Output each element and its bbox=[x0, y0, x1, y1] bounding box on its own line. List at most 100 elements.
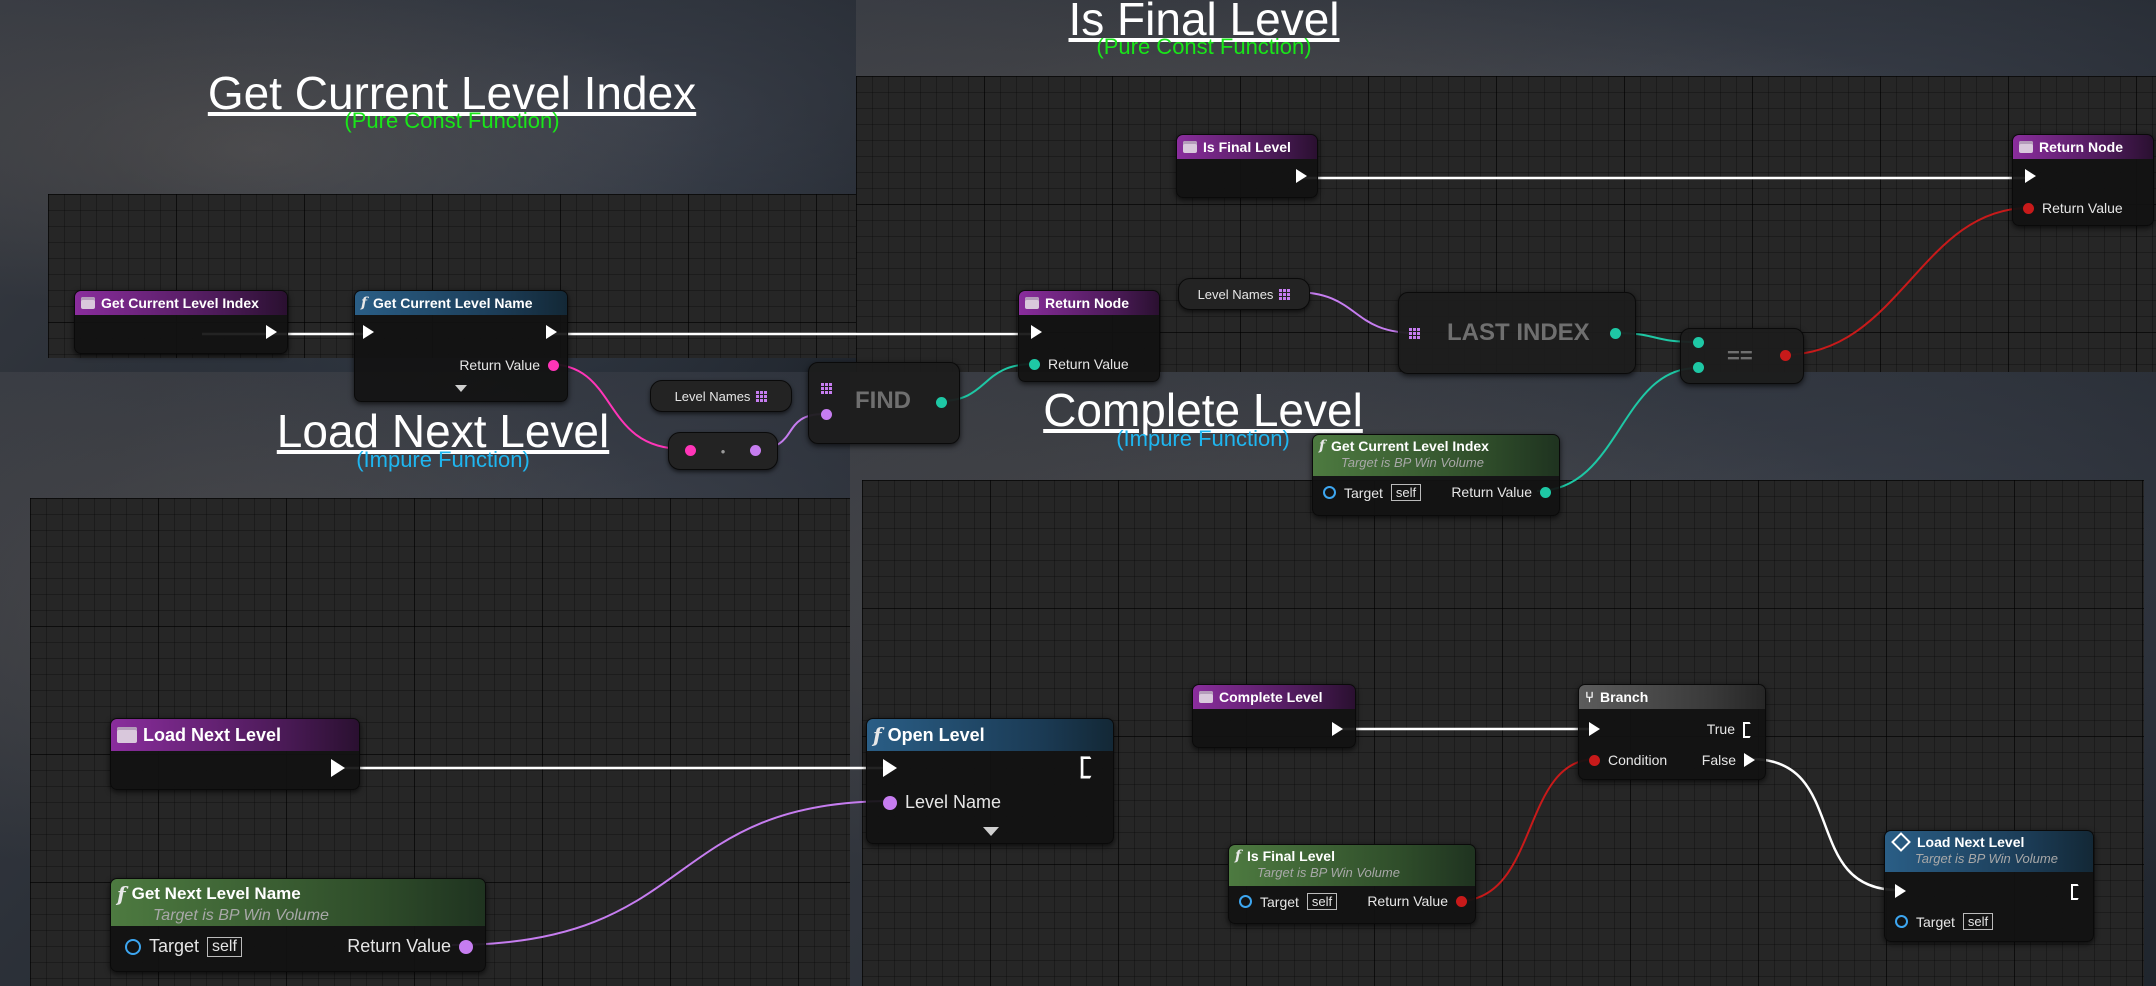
function-entry-node[interactable]: Is Final Level bbox=[1176, 134, 1318, 198]
conversion-node[interactable]: • bbox=[668, 432, 778, 470]
return-node-icon bbox=[2019, 141, 2033, 153]
panel-subtitle: (Impure Function) bbox=[1116, 426, 1290, 451]
exec-arrow-icon bbox=[1332, 722, 1343, 736]
true-exec-pin[interactable]: True bbox=[1707, 721, 1755, 737]
exec-in-pin[interactable] bbox=[1589, 722, 1600, 736]
node-label: == bbox=[1727, 343, 1753, 368]
object-pin-icon bbox=[1895, 915, 1908, 928]
variable-label: Level Names bbox=[674, 388, 751, 404]
exec-in-pin[interactable] bbox=[2025, 169, 2036, 183]
int-pin-icon bbox=[1693, 337, 1704, 348]
return-value-pin[interactable]: Return Value bbox=[2023, 200, 2123, 216]
string-pin-icon bbox=[685, 445, 696, 456]
bool-pin-icon bbox=[1456, 895, 1467, 907]
node-title: Is Final Level bbox=[1203, 139, 1291, 155]
node-title: Complete Level bbox=[1219, 689, 1323, 705]
get-current-level-index-node[interactable]: f Get Current Level Index Target is BP Wi… bbox=[1312, 434, 1560, 516]
node-title: Get Current Level Index bbox=[1331, 438, 1489, 454]
bool-pin-icon bbox=[1589, 754, 1600, 766]
pin-label: Return Value bbox=[459, 357, 540, 373]
function-entry-node[interactable]: Complete Level bbox=[1192, 684, 1356, 748]
int-pin-icon bbox=[936, 397, 947, 408]
return-value-pin[interactable]: Return Value bbox=[1367, 893, 1467, 909]
equals-node[interactable]: == bbox=[1680, 328, 1804, 384]
exec-in-pin[interactable] bbox=[1895, 884, 1906, 898]
target-pin[interactable]: Target self bbox=[125, 936, 242, 957]
branch-node[interactable]: ⑂ Branch True Condition False bbox=[1578, 684, 1766, 780]
pin-label: Target bbox=[149, 936, 200, 956]
function-entry-node[interactable]: Load Next Level bbox=[110, 718, 360, 790]
exec-in-pin[interactable] bbox=[1031, 325, 1042, 339]
function-entry-icon bbox=[1199, 691, 1213, 703]
level-names-variable-node[interactable]: Level Names bbox=[1178, 278, 1310, 310]
function-entry-icon bbox=[117, 727, 137, 743]
exec-arrow-icon bbox=[883, 759, 897, 777]
call-function-icon bbox=[1891, 832, 1911, 852]
name-pin-icon bbox=[821, 409, 832, 420]
panel-subtitle: (Pure Const Function) bbox=[344, 108, 560, 133]
array-pin-icon bbox=[1279, 288, 1291, 300]
node-title: Get Next Level Name bbox=[131, 884, 301, 903]
get-current-level-name-node[interactable]: f Get Current Level Name Return Value bbox=[354, 290, 568, 402]
is-final-level-node[interactable]: f Is Final Level Target is BP Win Volume … bbox=[1228, 844, 1476, 924]
exec-arrow-icon bbox=[1744, 753, 1755, 767]
load-next-level-node[interactable]: Load Next Level Target is BP Win Volume … bbox=[1884, 830, 2094, 942]
exec-out-pin[interactable] bbox=[266, 325, 277, 339]
find-node[interactable]: FIND bbox=[808, 362, 960, 444]
get-next-level-name-node[interactable]: f Get Next Level Name Target is BP Win Vo… bbox=[110, 878, 486, 972]
return-node[interactable]: Return Node Return Value bbox=[2012, 134, 2154, 226]
function-icon: f bbox=[1319, 438, 1326, 454]
node-title: Load Next Level bbox=[143, 724, 282, 745]
self-value[interactable]: self bbox=[1390, 484, 1422, 501]
return-value-pin[interactable]: Return Value bbox=[1451, 484, 1551, 500]
expand-chevron-icon[interactable] bbox=[455, 385, 467, 392]
exec-out-pin[interactable] bbox=[1296, 169, 1307, 183]
self-value[interactable]: self bbox=[1306, 893, 1338, 910]
false-exec-pin[interactable]: False bbox=[1702, 752, 1755, 768]
self-value[interactable]: self bbox=[207, 936, 242, 957]
node-title: Return Node bbox=[1045, 295, 1129, 311]
pin-label: Return Value bbox=[347, 936, 451, 956]
node-title: Load Next Level bbox=[1917, 834, 2025, 850]
exec-in-pin[interactable] bbox=[883, 759, 897, 777]
target-pin[interactable]: Target self bbox=[1323, 484, 1422, 501]
exec-arrow-icon bbox=[2025, 169, 2036, 183]
function-icon: f bbox=[117, 882, 126, 906]
level-name-pin[interactable]: Level Name bbox=[883, 792, 1001, 813]
open-level-node[interactable]: f Open Level Level Name bbox=[866, 718, 1114, 844]
node-subtitle: Target is BP Win Volume bbox=[1341, 455, 1484, 470]
node-subtitle: Target is BP Win Volume bbox=[153, 907, 329, 924]
exec-arrow-icon bbox=[1031, 325, 1042, 339]
function-icon: f bbox=[873, 723, 882, 747]
return-value-pin[interactable]: Return Value bbox=[347, 936, 473, 957]
exec-out-pin[interactable] bbox=[1083, 759, 1095, 773]
exec-out-pin[interactable] bbox=[2071, 884, 2083, 898]
exec-out-pin[interactable] bbox=[1332, 722, 1343, 736]
target-pin[interactable]: Target self bbox=[1895, 913, 1994, 930]
function-entry-node[interactable]: Get Current Level Index bbox=[74, 290, 288, 354]
exec-arrow-icon bbox=[331, 759, 345, 777]
node-title: Open Level bbox=[887, 724, 985, 745]
last-index-node[interactable]: LAST INDEX bbox=[1398, 292, 1636, 374]
function-icon: f bbox=[1235, 848, 1242, 864]
exec-in-pin[interactable] bbox=[363, 325, 374, 339]
condition-pin[interactable]: Condition bbox=[1589, 752, 1667, 768]
function-entry-icon bbox=[81, 297, 95, 309]
exec-out-pin[interactable] bbox=[331, 759, 345, 777]
return-value-pin[interactable]: Return Value bbox=[459, 357, 559, 373]
variable-label: Level Names bbox=[1197, 286, 1274, 302]
target-pin[interactable]: Target self bbox=[1239, 893, 1338, 910]
pin-label: Target bbox=[1916, 913, 1955, 930]
return-node[interactable]: Return Node Return Value bbox=[1018, 290, 1160, 382]
pin-label: Target bbox=[1260, 893, 1299, 910]
level-names-variable-node[interactable]: Level Names bbox=[650, 380, 792, 412]
node-subtitle: Target is BP Win Volume bbox=[1915, 851, 2058, 866]
return-value-pin[interactable]: Return Value bbox=[1029, 356, 1129, 372]
int-pin-icon bbox=[1610, 328, 1621, 339]
pin-label: True bbox=[1706, 721, 1735, 737]
exec-out-pin[interactable] bbox=[546, 325, 557, 339]
int-pin-icon bbox=[1029, 358, 1040, 370]
expand-chevron-icon[interactable] bbox=[983, 827, 999, 836]
object-pin-icon bbox=[1239, 895, 1252, 908]
self-value[interactable]: self bbox=[1962, 913, 1994, 930]
